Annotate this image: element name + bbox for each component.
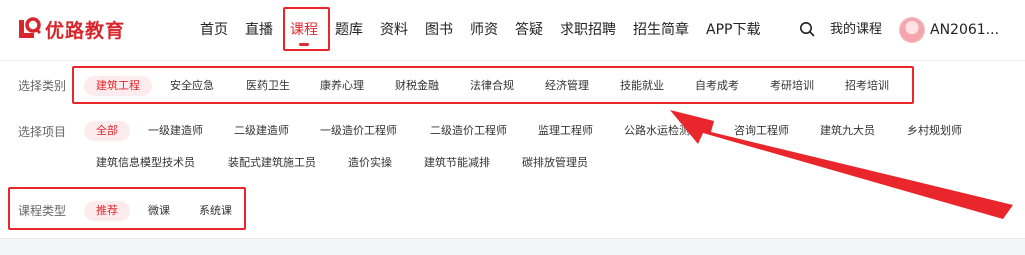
- main-nav: 首页 直播 课程 题库 资料 图书 师资 答疑 求职招聘 招生简章 APP下载: [200, 0, 760, 60]
- course-type-chip-recommended[interactable]: 推荐: [84, 201, 130, 221]
- my-courses-link[interactable]: 我的课程: [830, 20, 882, 40]
- content-area-top: [0, 238, 1025, 255]
- project-chip-consulting-engineer[interactable]: 咨询工程师: [734, 121, 789, 141]
- logo-text: 优路教育: [45, 19, 126, 42]
- project-chip-energy-saving[interactable]: 建筑节能减排: [424, 153, 490, 173]
- course-type-label: 课程类型: [18, 204, 67, 218]
- nav-teachers[interactable]: 师资: [470, 0, 498, 60]
- nav-qa[interactable]: 答疑: [515, 0, 543, 60]
- nav-question-bank[interactable]: 题库: [335, 0, 363, 60]
- project-chip-2nd-cost-engineer[interactable]: 二级造价工程师: [430, 121, 507, 141]
- project-chip-bim-technician[interactable]: 建筑信息模型技术员: [96, 153, 195, 173]
- category-chip-construction[interactable]: 建筑工程: [84, 76, 152, 96]
- project-chip-highway-inspector[interactable]: 公路水运检测师: [624, 121, 701, 141]
- search-icon[interactable]: [799, 21, 815, 37]
- nav-materials[interactable]: 资料: [380, 0, 408, 60]
- nav-live[interactable]: 直播: [245, 0, 273, 60]
- project-chip-supervisor[interactable]: 监理工程师: [538, 121, 593, 141]
- project-chip-all[interactable]: 全部: [84, 121, 130, 141]
- nav-home[interactable]: 首页: [200, 0, 228, 60]
- category-chip-self-exam[interactable]: 自考成考: [695, 76, 739, 96]
- project-chip-1st-cost-engineer[interactable]: 一级造价工程师: [320, 121, 397, 141]
- category-chip-postgrad[interactable]: 考研培训: [770, 76, 814, 96]
- project-chip-cost-practice[interactable]: 造价实操: [348, 153, 392, 173]
- top-header: 优路教育 首页 直播 课程 题库 资料 图书 师资 答疑 求职招聘 招生简章 A…: [0, 0, 1025, 60]
- category-chip-finance[interactable]: 财税金融: [395, 76, 439, 96]
- category-label: 选择类别: [18, 79, 67, 93]
- category-chip-skills[interactable]: 技能就业: [620, 76, 664, 96]
- category-chip-civil-exam[interactable]: 招考培训: [845, 76, 889, 96]
- course-type-chip-micro[interactable]: 微课: [148, 201, 170, 221]
- category-chip-economics[interactable]: 经济管理: [545, 76, 589, 96]
- project-chip-rural-planner[interactable]: 乡村规划师: [907, 121, 962, 141]
- site-logo[interactable]: 优路教育: [16, 14, 125, 44]
- project-chip-prefab-builder[interactable]: 装配式建筑施工员: [228, 153, 316, 173]
- nav-admissions[interactable]: 招生简章: [633, 0, 689, 60]
- nav-app-download[interactable]: APP下载: [706, 0, 760, 60]
- project-chip-construction-nine[interactable]: 建筑九大员: [820, 121, 875, 141]
- category-chip-safety[interactable]: 安全应急: [170, 76, 214, 96]
- project-chip-2nd-constructor[interactable]: 二级建造师: [234, 121, 289, 141]
- project-label: 选择项目: [18, 125, 67, 139]
- nav-jobs[interactable]: 求职招聘: [560, 0, 616, 60]
- category-chip-wellness[interactable]: 康养心理: [320, 76, 364, 96]
- logo-icon: [19, 17, 42, 38]
- nav-books[interactable]: 图书: [425, 0, 453, 60]
- project-chip-carbon-manager[interactable]: 碳排放管理员: [522, 153, 588, 173]
- category-chip-law[interactable]: 法律合规: [470, 76, 514, 96]
- avatar[interactable]: [899, 17, 925, 43]
- project-chip-1st-constructor[interactable]: 一级建造师: [148, 121, 203, 141]
- category-chip-medical[interactable]: 医药卫生: [246, 76, 290, 96]
- user-name[interactable]: AN2061...: [930, 20, 999, 40]
- nav-courses[interactable]: 课程: [290, 0, 318, 60]
- course-type-chip-system[interactable]: 系统课: [199, 201, 232, 221]
